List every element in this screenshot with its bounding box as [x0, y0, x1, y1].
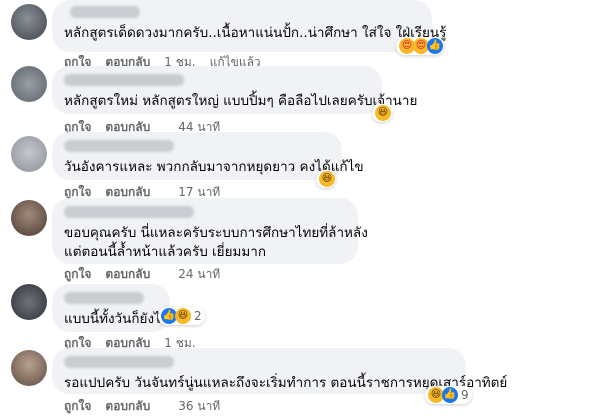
- comment-bubble: หลักสูตรเด็ดดวงมากครับ..เนื้อหาแน่นปั้ก.…: [52, 0, 447, 52]
- haha-icon: 😆: [175, 308, 191, 324]
- comment-text: วันอังคารแหละ พวกกลับมาจากหยุดยาว คงได้แ…: [64, 159, 364, 175]
- like-icon: 👍: [442, 387, 458, 403]
- timestamp[interactable]: 24 นาที: [178, 265, 220, 284]
- comment-bubble: ขอบคุณครับ นี่แหละครับระบบการศึกษาไทยที่…: [52, 198, 368, 264]
- comment-text: รอแปปครับ วันจันทร์นู่นแหละถึงจะเริ่มทำก…: [64, 375, 508, 391]
- reaction-count: 9: [461, 388, 469, 402]
- reply-button[interactable]: ตอบกลับ: [105, 265, 150, 284]
- comment-bubble: วันอังคารแหละ พวกกลับมาจากหยุดยาว คงได้แ…: [52, 132, 364, 180]
- like-icon: 👍: [427, 38, 443, 54]
- avatar[interactable]: [11, 200, 47, 236]
- comment-text-line-1: ขอบคุณครับ นี่แหละครับระบบการศึกษาไทยที่…: [64, 225, 368, 241]
- author-name-redacted[interactable]: [64, 356, 174, 368]
- comment-bubble: แบบนี้ทั้งวันก็ยังได้: [52, 284, 170, 332]
- like-button[interactable]: ถูกใจ: [64, 397, 91, 416]
- avatar[interactable]: [11, 66, 47, 102]
- reply-button[interactable]: ตอบกลับ: [105, 397, 150, 416]
- author-name-redacted[interactable]: [70, 6, 140, 18]
- author-name-redacted[interactable]: [64, 74, 184, 86]
- avatar[interactable]: [11, 4, 47, 40]
- avatar[interactable]: [11, 284, 47, 320]
- haha-icon: 😆: [375, 105, 391, 121]
- reaction-count: 2: [194, 309, 202, 323]
- comment-text: หลักสูตรเด็ดดวงมากครับ..เนื้อหาแน่นปั้ก.…: [64, 25, 447, 41]
- reactions[interactable]: 😆: [372, 104, 392, 122]
- author-name-redacted[interactable]: [64, 206, 194, 218]
- reactions[interactable]: 😍 😍 👍: [396, 37, 444, 55]
- reactions[interactable]: 😆 👍 9: [425, 386, 472, 404]
- avatar[interactable]: [11, 136, 47, 172]
- comment-bubble: รอแปปครับ วันจันทร์นู่นแหละถึงจะเริ่มทำก…: [52, 348, 508, 394]
- like-button[interactable]: ถูกใจ: [64, 265, 91, 284]
- author-name-redacted[interactable]: [64, 292, 144, 304]
- comment-text: แบบนี้ทั้งวันก็ยังได้: [64, 311, 170, 327]
- reactions[interactable]: 👍 😆 2: [158, 307, 205, 325]
- timestamp[interactable]: 36 นาที: [178, 397, 220, 416]
- author-name-redacted[interactable]: [64, 140, 174, 152]
- reactions[interactable]: 😆: [316, 170, 336, 188]
- comment-text: หลักสูตรใหม่ หลักสูตรใหญ่ แบบปิ้มๆ คือลื…: [64, 93, 418, 109]
- comment-meta: ถูกใจ ตอบกลับ 24 นาที: [64, 265, 220, 284]
- haha-icon: 😆: [319, 171, 335, 187]
- comment-meta: ถูกใจ ตอบกลับ 36 นาที: [64, 397, 220, 416]
- comment-text-line-2: แต่ตอนนี้ล้ำหน้าแล้วครับ เยี่ยมมาก: [64, 244, 267, 260]
- comment-bubble: หลักสูตรใหม่ หลักสูตรใหญ่ แบบปิ้มๆ คือลื…: [52, 66, 418, 114]
- avatar[interactable]: [11, 350, 47, 386]
